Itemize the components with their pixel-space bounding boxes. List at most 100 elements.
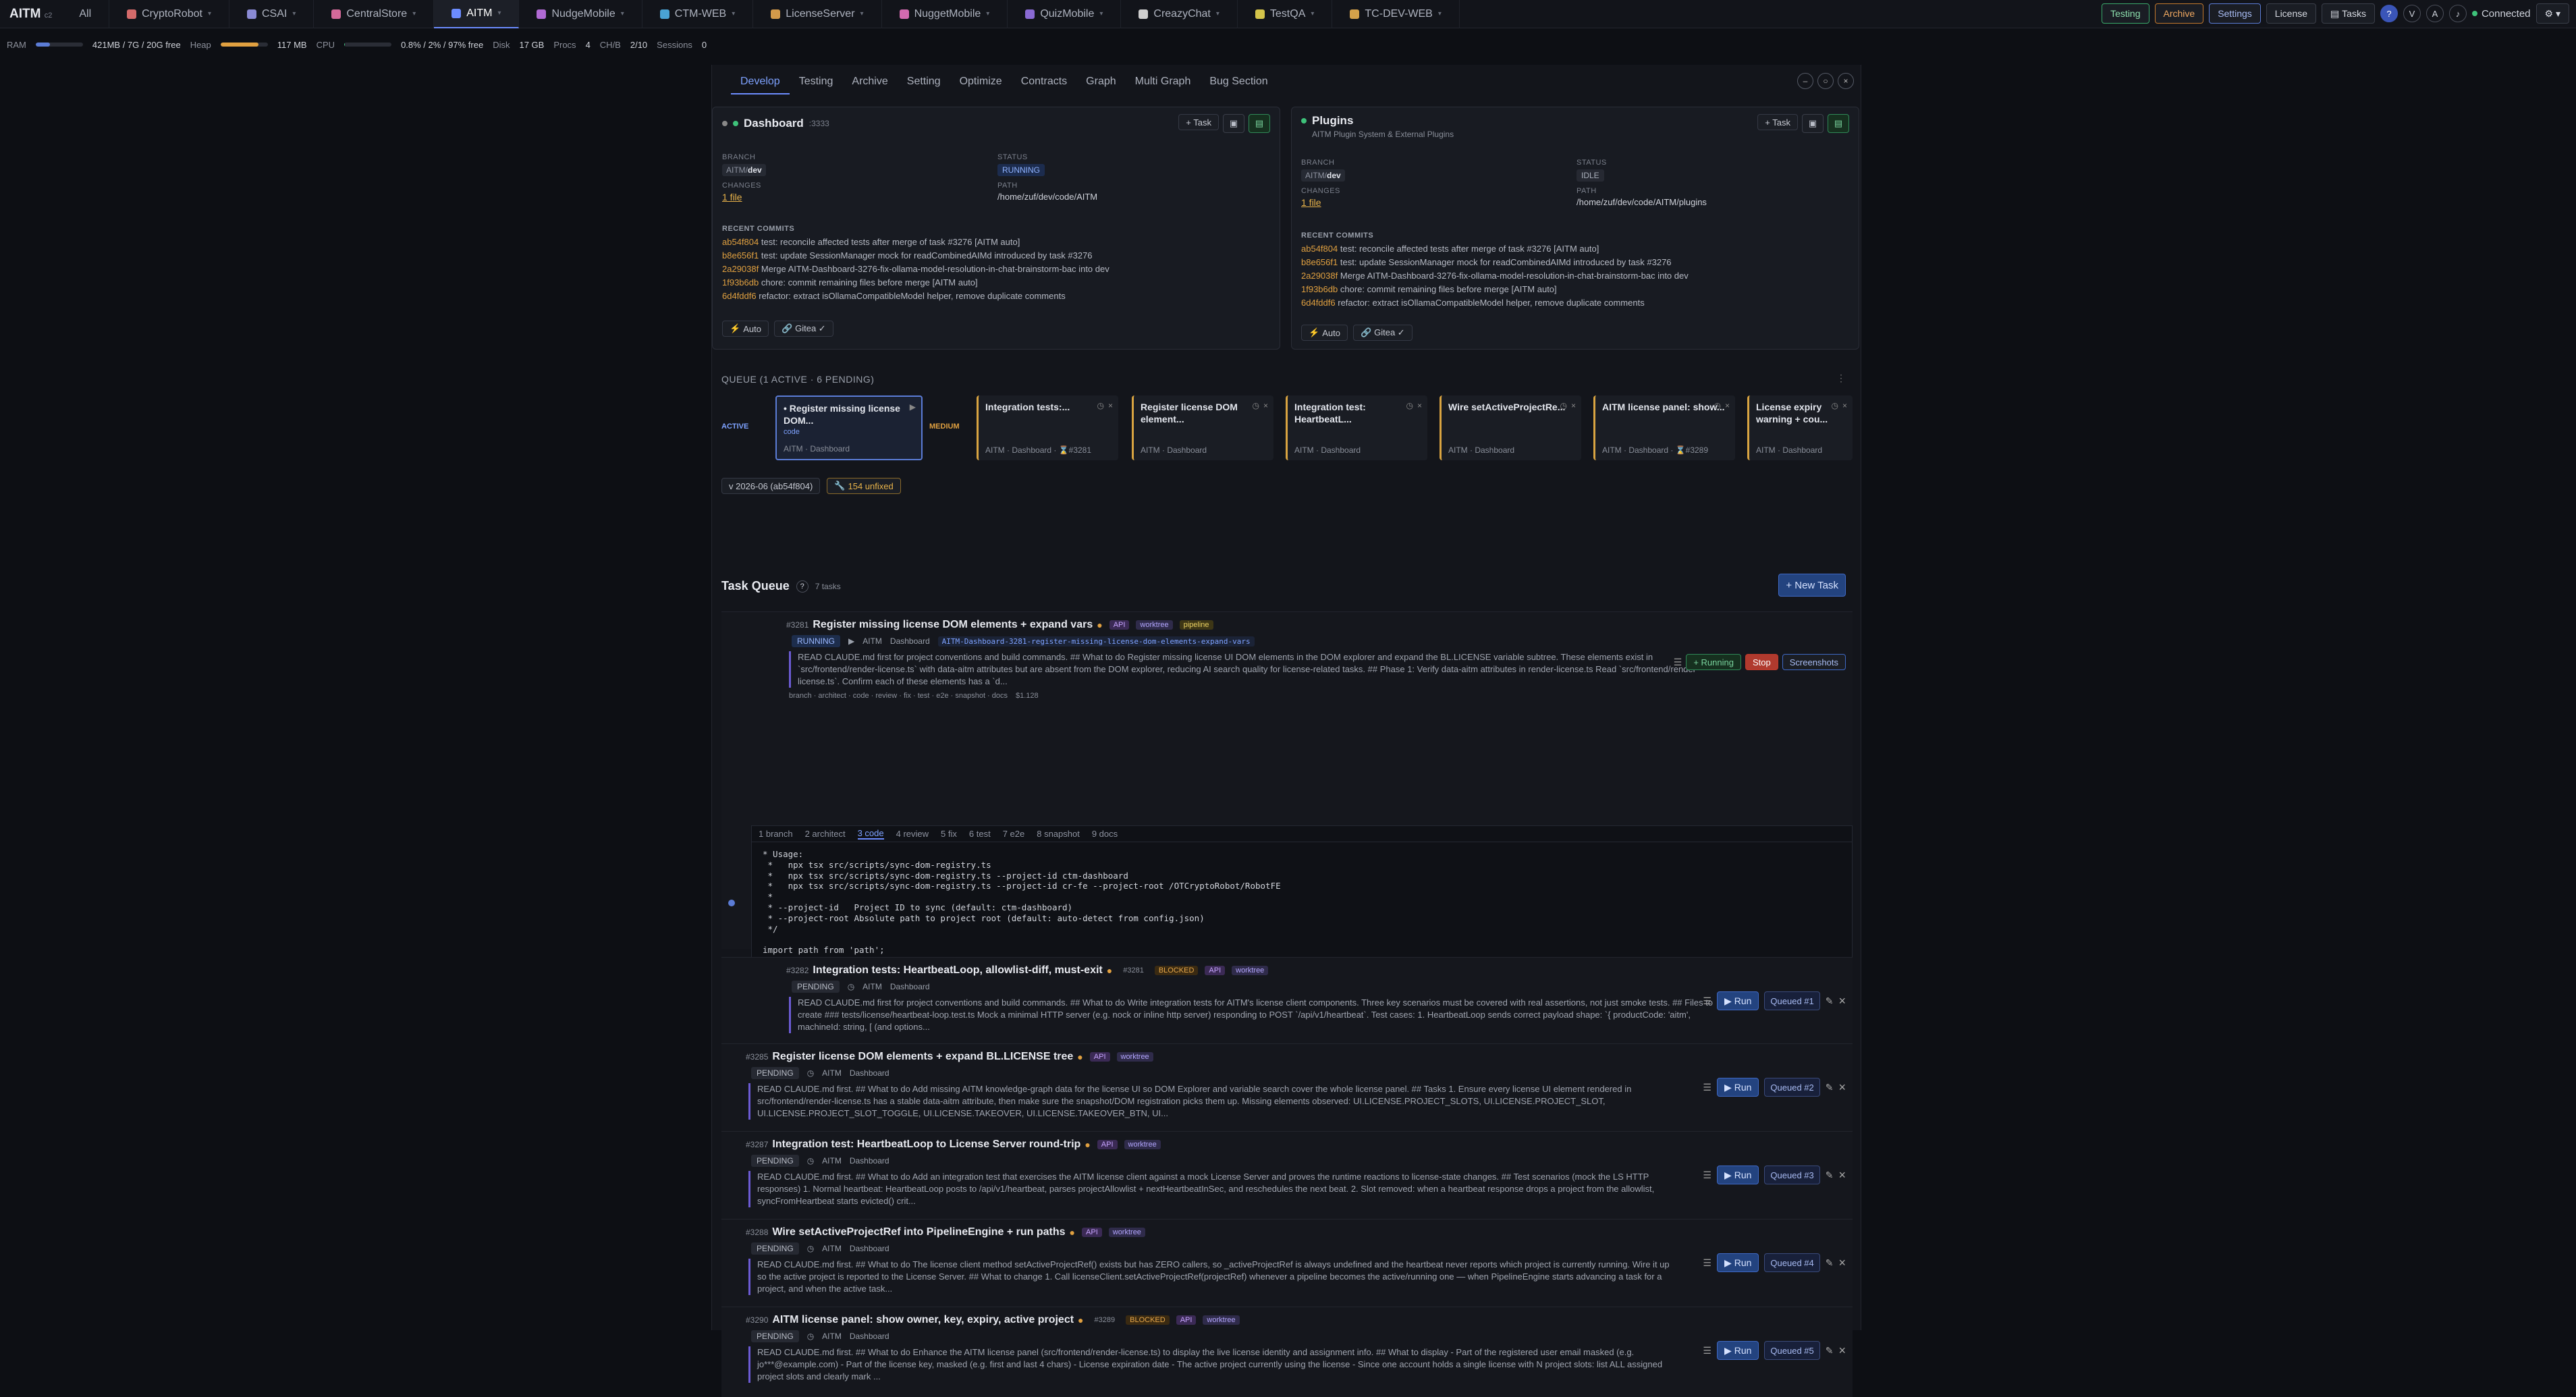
task-row[interactable]: #3290 AITM license panel: show owner, key… xyxy=(721,1307,1853,1397)
commit-row[interactable]: 2a29038f Merge AITM-Dashboard-3276-fix-o… xyxy=(1301,269,1848,283)
close-icon[interactable]: × xyxy=(1838,1080,1846,1095)
play-icon[interactable]: ▶ xyxy=(910,402,916,412)
tab-ctm-web[interactable]: CTM-WEB ▾ xyxy=(642,0,754,28)
commit-hash[interactable]: b8e656f1 xyxy=(1301,257,1338,267)
add-task-button[interactable]: + Task xyxy=(1757,114,1798,130)
terminal-icon[interactable]: ▣ xyxy=(1802,114,1824,133)
clock-icon[interactable]: ◷ xyxy=(848,982,854,991)
more-icon[interactable]: ⋮ xyxy=(1836,373,1846,384)
tab-nudgemobile[interactable]: NudgeMobile ▾ xyxy=(519,0,642,28)
list-icon[interactable]: ☰ xyxy=(1703,995,1711,1007)
tab-creazychat[interactable]: CreazyChat ▾ xyxy=(1121,0,1238,28)
clock-icon[interactable]: ◷ xyxy=(1560,401,1567,410)
queued-badge[interactable]: Queued #4 xyxy=(1764,1253,1820,1272)
tab-centralstore[interactable]: CentralStore ▾ xyxy=(314,0,435,28)
clock-icon[interactable]: ◷ xyxy=(807,1156,814,1166)
tab-bug-section[interactable]: Bug Section xyxy=(1200,70,1277,94)
edit-icon[interactable]: ✎ xyxy=(1826,1257,1834,1269)
close-icon[interactable]: × xyxy=(1417,401,1422,410)
commit-row[interactable]: 6d4fddf6 refactor: extract isOllamaCompa… xyxy=(722,290,1269,303)
commit-row[interactable]: b8e656f1 test: update SessionManager moc… xyxy=(722,249,1269,263)
task-title[interactable]: Register missing license DOM elements + … xyxy=(813,619,1093,631)
close-icon[interactable]: × xyxy=(1108,401,1113,410)
commit-row[interactable]: 1f93b6db chore: commit remaining files b… xyxy=(722,276,1269,290)
task-title[interactable]: AITM license panel: show owner, key, exp… xyxy=(772,1314,1074,1326)
tab-cryptorobot[interactable]: CryptoRobot ▾ xyxy=(109,0,229,28)
commit-row[interactable]: 1f93b6db chore: commit remaining files b… xyxy=(1301,283,1848,296)
list-icon[interactable]: ☰ xyxy=(1703,1345,1711,1357)
tab-testing[interactable]: Testing xyxy=(790,70,843,94)
commit-hash[interactable]: ab54f804 xyxy=(1301,244,1338,254)
queue-card[interactable]: Integration test: HeartbeatL... ◷ × AITM · … xyxy=(1286,395,1427,460)
commit-hash[interactable]: ab54f804 xyxy=(722,237,759,247)
task-title[interactable]: Wire setActiveProjectRef into PipelineEn… xyxy=(772,1226,1065,1238)
auto-button[interactable]: ⚡ Auto xyxy=(722,321,769,337)
commit-hash[interactable]: 2a29038f xyxy=(722,264,759,274)
tab-develop[interactable]: Develop xyxy=(731,70,790,94)
clock-icon[interactable]: ◷ xyxy=(807,1068,814,1078)
play-icon[interactable]: ▶ xyxy=(848,636,854,646)
tab-all[interactable]: All xyxy=(61,0,110,28)
commit-hash[interactable]: 6d4fddf6 xyxy=(1301,298,1336,308)
chat-icon[interactable]: ▤ xyxy=(1828,114,1849,133)
license-button[interactable]: License xyxy=(2266,3,2317,24)
minimize-icon[interactable]: – xyxy=(1797,73,1813,89)
task-title[interactable]: Register license DOM elements + expand B… xyxy=(772,1051,1073,1063)
edit-icon[interactable]: ✎ xyxy=(1826,995,1834,1007)
queued-badge[interactable]: Queued #1 xyxy=(1764,991,1820,1010)
changes-link[interactable]: 1 file xyxy=(1301,197,1345,208)
edit-icon[interactable]: ✎ xyxy=(1826,1170,1834,1181)
terminal-tab[interactable]: 1 branch xyxy=(759,829,793,839)
close-icon[interactable]: × xyxy=(1838,1344,1846,1358)
queue-card[interactable]: Integration tests:... ◷ × AITM · Dashboard … xyxy=(977,395,1118,460)
commit-hash[interactable]: 6d4fddf6 xyxy=(722,291,757,301)
tab-archive[interactable]: Archive xyxy=(842,70,897,94)
terminal-tab[interactable]: 7 e2e xyxy=(1003,829,1025,839)
avatar[interactable]: V xyxy=(2403,5,2421,22)
close-icon[interactable]: × xyxy=(1838,1168,1846,1182)
terminal-tab[interactable]: 3 code xyxy=(857,828,884,840)
run-button[interactable]: ▶ Run xyxy=(1716,1253,1759,1272)
queue-card[interactable]: • Register missing license DOM... ▶ code AI… xyxy=(775,395,923,460)
clock-icon[interactable]: ◷ xyxy=(807,1332,814,1341)
tab-graph[interactable]: Graph xyxy=(1076,70,1125,94)
tab-aitm[interactable]: AITM ▾ xyxy=(434,0,520,28)
close-icon[interactable]: × xyxy=(1838,1256,1846,1270)
chevron-down-icon[interactable]: ▾ xyxy=(1099,10,1103,18)
task-row[interactable]: #3285 Register license DOM elements + exp… xyxy=(721,1043,1853,1131)
settings-button[interactable]: Settings xyxy=(2209,3,2261,24)
changes-link[interactable]: 1 file xyxy=(722,192,766,202)
screenshots-button[interactable]: Screenshots xyxy=(1782,654,1846,670)
task-branch[interactable]: AITM-Dashboard-3281-register-missing-lic… xyxy=(937,636,1255,647)
chat-icon[interactable]: ▤ xyxy=(1249,114,1270,133)
tasks-button[interactable]: ▤ Tasks xyxy=(2322,3,2375,24)
close-icon[interactable]: × xyxy=(1838,73,1854,89)
close-icon[interactable]: × xyxy=(1725,401,1730,410)
chevron-down-icon[interactable]: ▾ xyxy=(732,10,735,18)
archive-button[interactable]: Archive xyxy=(2154,3,2204,24)
chevron-down-icon[interactable]: ▾ xyxy=(621,10,624,18)
chevron-down-icon[interactable]: ▾ xyxy=(497,9,501,17)
chevron-down-icon[interactable]: ▾ xyxy=(1216,10,1220,18)
chevron-down-icon[interactable]: ▾ xyxy=(208,10,211,18)
close-icon[interactable]: × xyxy=(1838,994,1846,1008)
commit-hash[interactable]: b8e656f1 xyxy=(722,250,759,261)
list-icon[interactable]: ☰ xyxy=(1703,1257,1711,1269)
gitea-button[interactable]: 🔗 Gitea ✓ xyxy=(1352,325,1413,341)
chevron-down-icon[interactable]: ▾ xyxy=(412,10,416,18)
gear-icon[interactable]: ⚙ ▾ xyxy=(2536,3,2569,24)
chevron-down-icon[interactable]: ▾ xyxy=(1438,10,1442,18)
gitea-button[interactable]: 🔗 Gitea ✓ xyxy=(773,321,833,337)
queued-badge[interactable]: Queued #2 xyxy=(1764,1078,1820,1097)
task-row[interactable]: #3282 Integration tests: HeartbeatLoop, a… xyxy=(721,957,1853,1043)
task-title[interactable]: Integration test: HeartbeatLoop to Licen… xyxy=(772,1139,1080,1151)
unfixed-badge[interactable]: 🔧 154 unfixed xyxy=(827,478,901,494)
stop-button[interactable]: Stop xyxy=(1745,654,1778,670)
commit-hash[interactable]: 2a29038f xyxy=(1301,271,1338,281)
tab-setting[interactable]: Setting xyxy=(898,70,950,94)
chevron-down-icon[interactable]: ▾ xyxy=(986,10,989,18)
commit-hash[interactable]: 1f93b6db xyxy=(1301,284,1338,294)
edit-icon[interactable]: ✎ xyxy=(1826,1345,1834,1357)
task-title[interactable]: Integration tests: HeartbeatLoop, allowl… xyxy=(813,964,1102,977)
add-task-button[interactable]: + Task xyxy=(1178,114,1219,130)
